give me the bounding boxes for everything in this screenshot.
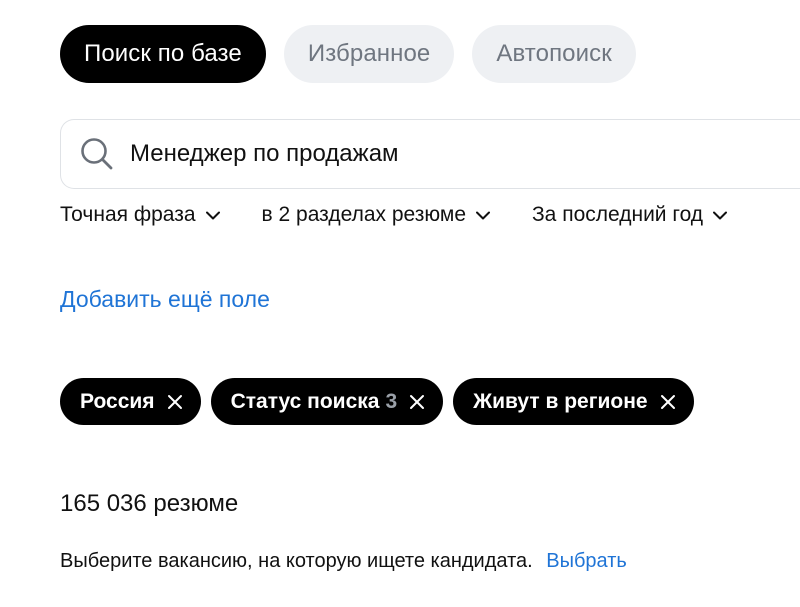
results-count: 165 036 резюме <box>60 490 239 517</box>
chevron-down-icon <box>205 207 222 223</box>
tab-label: Поиск по базе <box>84 40 242 67</box>
chevron-down-icon <box>713 207 729 223</box>
chip-label: Живут в регионе <box>473 389 648 413</box>
close-icon[interactable] <box>409 393 427 411</box>
page: Поиск по базе Избранное Автопоиск Точная… <box>0 0 800 607</box>
tab-favorites[interactable]: Избранное <box>283 25 455 83</box>
filter-resume-sections[interactable]: в 2 разделах резюме <box>262 203 492 227</box>
chip-search-status[interactable]: Статус поиска 3 <box>210 378 444 425</box>
filter-label: Точная фраза <box>60 203 196 226</box>
tab-autosearch[interactable]: Автопоиск <box>472 25 636 83</box>
vacancy-prompt-text: Выберите вакансию, на которую ищете канд… <box>60 550 533 572</box>
chip-label: Россия <box>80 389 155 413</box>
select-vacancy-link[interactable]: Выбрать <box>546 550 627 572</box>
chip-count-badge: 3 <box>385 389 398 413</box>
chip-label: Статус поиска <box>230 389 380 413</box>
add-field-link[interactable]: Добавить ещё поле <box>60 286 270 313</box>
filter-phrase-mode[interactable]: Точная фраза <box>60 203 222 227</box>
filter-label: За последний год <box>532 203 704 226</box>
active-filter-chips: Россия Статус поиска 3 Живут в регионе <box>60 378 694 425</box>
vacancy-prompt: Выберите вакансию, на которую ищете канд… <box>60 550 627 573</box>
search-box <box>60 119 800 189</box>
filter-period[interactable]: За последний год <box>532 203 729 227</box>
close-icon[interactable] <box>660 393 678 411</box>
tab-bar: Поиск по базе Избранное Автопоиск <box>60 25 636 83</box>
tab-database-search[interactable]: Поиск по базе <box>60 25 266 83</box>
chip-live-in-region[interactable]: Живут в регионе <box>453 378 694 425</box>
close-icon[interactable] <box>167 393 185 411</box>
tab-label: Автопоиск <box>496 40 612 67</box>
filter-row: Точная фраза в 2 разделах резюме За посл… <box>60 203 729 227</box>
search-icon <box>79 136 115 172</box>
filter-label: в 2 разделах резюме <box>261 203 466 226</box>
chevron-down-icon <box>476 207 492 223</box>
chip-region-russia[interactable]: Россия <box>60 378 201 425</box>
search-input[interactable] <box>130 140 730 168</box>
tab-label: Избранное <box>307 40 431 67</box>
